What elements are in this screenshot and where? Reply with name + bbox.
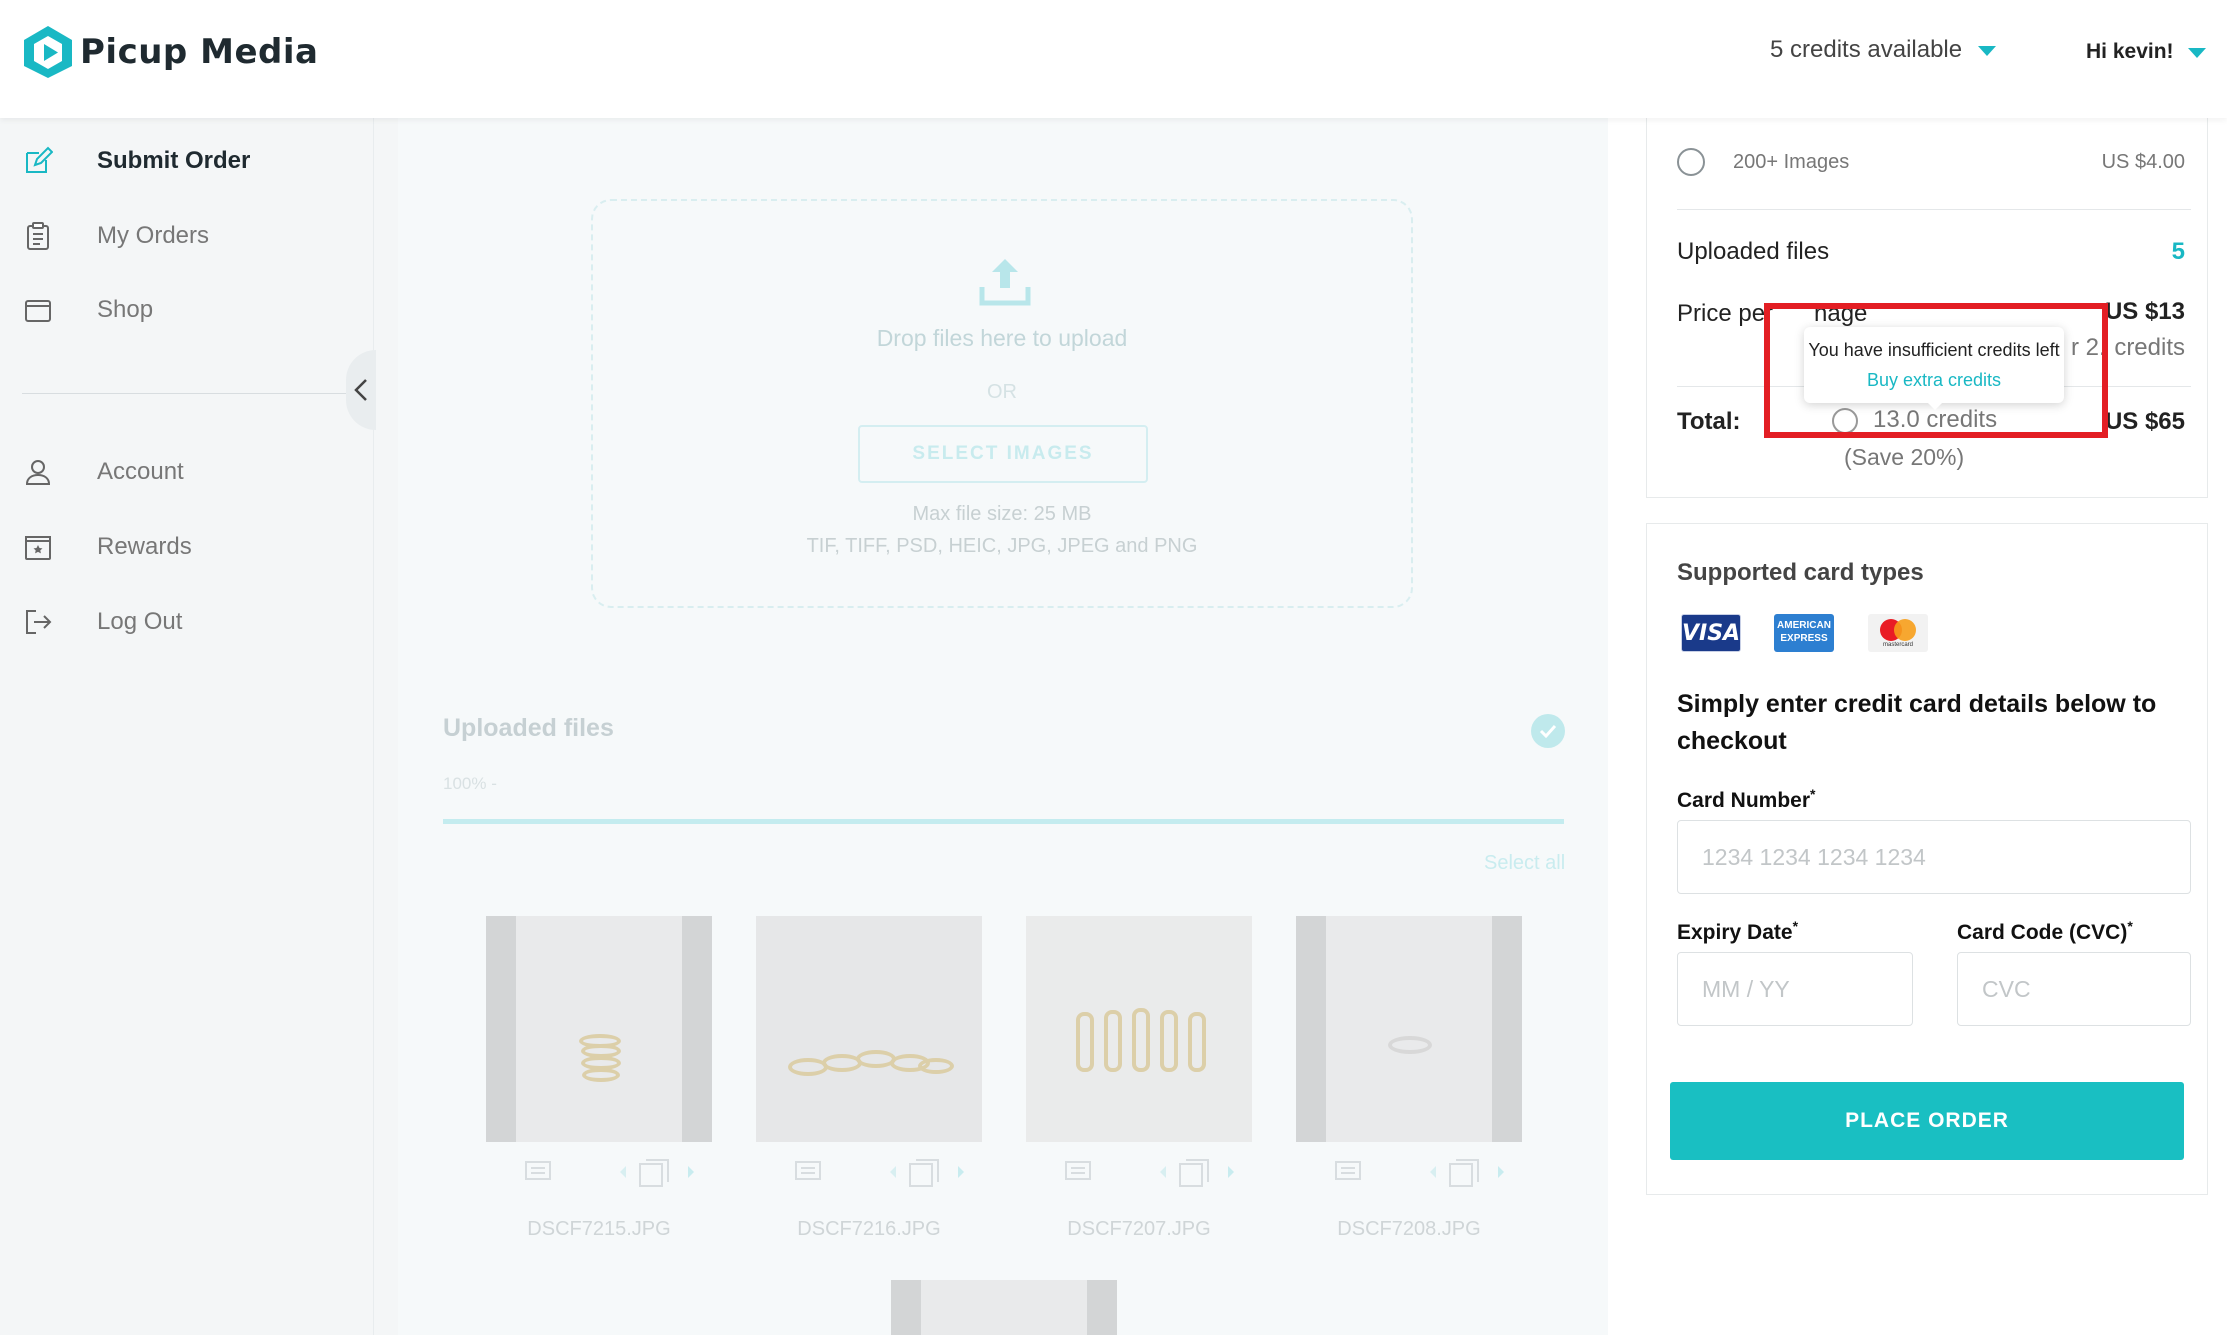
- amex-icon: AMERICAN EXPRESS: [1774, 614, 1834, 652]
- card-code-input[interactable]: [1957, 952, 2191, 1026]
- check-icon: [1531, 714, 1565, 748]
- sidebar-item-submit-order[interactable]: Submit Order: [22, 141, 250, 181]
- chevron-left-icon: [354, 379, 367, 401]
- checkout-instructions: Simply enter credit card details below t…: [1677, 690, 2157, 755]
- card-number-input[interactable]: [1677, 820, 2191, 894]
- file-thumbnail[interactable]: [1026, 916, 1252, 1142]
- or-text: OR: [987, 381, 1017, 403]
- max-file-size: Max file size: 25 MB: [912, 503, 1092, 525]
- uploaded-files-count: 5: [2171, 238, 2185, 265]
- user-greeting: Hi kevin!: [2086, 40, 2174, 63]
- file-name: DSCF7207.JPG: [1067, 1218, 1211, 1240]
- sidebar-item-label: Log Out: [97, 608, 183, 635]
- sidebar-item-label: Account: [97, 458, 184, 485]
- sidebar-item-shop[interactable]: Shop: [22, 290, 153, 330]
- price-per-image-credits-end: credits: [2114, 334, 2185, 361]
- sidebar-item-label: Submit Order: [97, 147, 251, 174]
- chevron-down-icon: [1978, 46, 1997, 56]
- thumbnail-toolbar: [1296, 1152, 1522, 1192]
- divider: [1677, 209, 2191, 210]
- credits-text: 5 credits available: [1770, 36, 1963, 63]
- sidebar-item-label: Rewards: [97, 533, 192, 560]
- sidebar-item-account[interactable]: Account: [22, 452, 184, 492]
- page-count-icon: [909, 1159, 939, 1187]
- total-value: US $65: [2104, 408, 2185, 435]
- highlight-box: [1764, 303, 2108, 438]
- upload-progress-bar: [443, 819, 1564, 824]
- chevron-right-icon[interactable]: [956, 1164, 966, 1180]
- page-count-icon: [639, 1159, 669, 1187]
- top-bar: Picup Media 5 credits available Hi kevin…: [0, 0, 2227, 118]
- save-text: (Save 20%): [1844, 444, 1965, 470]
- supported-card-types-title: Supported card types: [1677, 559, 1924, 586]
- comment-icon[interactable]: [1064, 1160, 1092, 1186]
- sidebar-item-label: My Orders: [97, 222, 210, 249]
- sidebar-item-log-out[interactable]: Log Out: [22, 602, 182, 642]
- comment-icon[interactable]: [794, 1160, 822, 1186]
- upload-icon: [979, 259, 1031, 306]
- place-order-button[interactable]: PLACE ORDER: [1670, 1082, 2184, 1160]
- file-thumbnail[interactable]: [486, 916, 712, 1142]
- chevron-down-icon: [2187, 48, 2206, 58]
- page-count-icon: [1179, 1159, 1209, 1187]
- file-name: DSCF7216.JPG: [797, 1218, 941, 1240]
- total-label: Total:: [1677, 408, 1741, 435]
- file-name: DSCF7215.JPG: [527, 1218, 671, 1240]
- page-count-icon: [1449, 1159, 1479, 1187]
- sidebar: Submit Order My Orders Shop Account Rewa…: [0, 118, 376, 1335]
- file-name: DSCF7208.JPG: [1337, 1218, 1481, 1240]
- sidebar-item-label: Shop: [97, 296, 154, 323]
- rewards-icon: [22, 531, 54, 563]
- select-all-link[interactable]: Select all: [1484, 852, 1565, 875]
- thumbnail-toolbar: [1026, 1152, 1252, 1192]
- sidebar-divider: [22, 393, 352, 394]
- file-thumbnail[interactable]: [756, 916, 982, 1142]
- expiry-date-input[interactable]: [1677, 952, 1913, 1026]
- pricing-option-radio[interactable]: [1677, 148, 1705, 176]
- chevron-left-icon[interactable]: [618, 1164, 628, 1180]
- logout-icon: [22, 606, 54, 638]
- drop-text: Drop files here to upload: [876, 325, 1128, 351]
- uploaded-files-label: Uploaded files: [1677, 238, 1830, 265]
- chevron-right-icon[interactable]: [1226, 1164, 1236, 1180]
- file-dropzone[interactable]: Drop files here to upload OR SELECT IMAG…: [591, 199, 1413, 608]
- upload-progress-text: 100% -: [443, 774, 497, 793]
- visa-icon: VISA: [1681, 614, 1741, 652]
- chevron-left-icon[interactable]: [888, 1164, 898, 1180]
- card-number-label: Card Number*: [1677, 786, 1816, 812]
- shop-icon: [22, 294, 54, 326]
- chevron-right-icon[interactable]: [1496, 1164, 1506, 1180]
- supported-formats: TIF, TIFF, PSD, HEIC, JPG, JPEG and PNG: [806, 535, 1198, 557]
- edit-icon: [22, 145, 54, 177]
- chevron-left-icon[interactable]: [1428, 1164, 1438, 1180]
- collapse-sidebar-button[interactable]: [346, 350, 376, 430]
- file-thumbnail[interactable]: [1296, 916, 1522, 1142]
- comment-icon[interactable]: [524, 1160, 552, 1186]
- mastercard-icon: mastercard: [1868, 614, 1928, 652]
- app-name: Picup Media: [80, 32, 319, 72]
- user-icon: [22, 456, 54, 488]
- comment-icon[interactable]: [1334, 1160, 1362, 1186]
- chevron-right-icon[interactable]: [686, 1164, 696, 1180]
- thumbnail-toolbar: [486, 1152, 712, 1192]
- credits-dropdown[interactable]: 5 credits available: [1770, 36, 1997, 64]
- select-images-button[interactable]: SELECT IMAGES: [858, 425, 1148, 483]
- pricing-option-label: 200+ Images: [1733, 151, 1850, 173]
- file-thumbnail[interactable]: [891, 1280, 1117, 1335]
- price-per-image-value: US $13: [2104, 298, 2185, 325]
- thumbnail-toolbar: [756, 1152, 982, 1192]
- price-per-image-label-start: Price per: [1677, 300, 1774, 327]
- logo[interactable]: Picup Media: [22, 24, 318, 80]
- uploaded-files-title: Uploaded files: [443, 714, 614, 742]
- pricing-option-price: US $4.00: [2101, 151, 2185, 173]
- picup-logo-icon: [24, 26, 72, 78]
- sidebar-item-my-orders[interactable]: My Orders: [22, 216, 209, 256]
- expiry-date-label: Expiry Date*: [1677, 918, 1799, 944]
- sidebar-item-rewards[interactable]: Rewards: [22, 527, 192, 567]
- card-code-label: Card Code (CVC)*: [1957, 918, 2133, 944]
- clipboard-icon: [22, 220, 54, 252]
- user-menu[interactable]: Hi kevin!: [2086, 40, 2206, 64]
- chevron-left-icon[interactable]: [1158, 1164, 1168, 1180]
- main-content: Drop files here to upload OR SELECT IMAG…: [398, 118, 1608, 1335]
